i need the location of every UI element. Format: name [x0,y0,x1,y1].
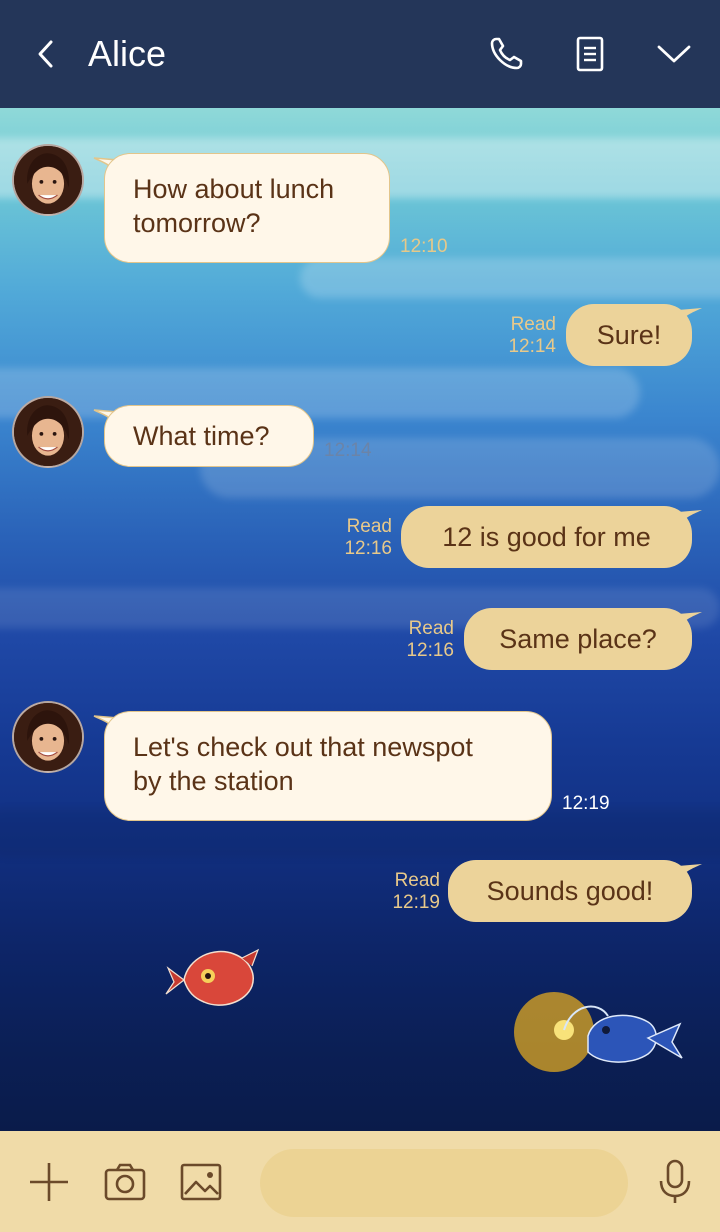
composer-bar [0,1131,720,1232]
message-text: Same place? [499,624,657,654]
message-meta: Read 12:16 [398,618,454,662]
camera-button[interactable] [102,1159,148,1205]
avatar[interactable] [12,396,84,468]
chat-screen: Alice How about lunch tomorrow? 12:10 Re… [0,0,720,1232]
microphone-icon [659,1159,691,1203]
message-meta: Read 12:14 [500,314,556,358]
message-time: 12:19 [392,892,440,913]
message-text: Sounds good! [486,876,654,906]
voice-button[interactable] [652,1159,698,1205]
message-bubble-incoming[interactable]: What time? [104,405,314,467]
menu-toggle-button[interactable] [652,32,696,76]
avatar-image [14,146,82,214]
message-input[interactable] [260,1149,628,1217]
plus-icon [30,1163,68,1201]
message-time: 12:19 [562,793,610,814]
avatar[interactable] [12,701,84,773]
chat-header: Alice [0,0,720,108]
message-bubble-outgoing[interactable]: Same place? [464,608,692,670]
back-button[interactable] [26,34,66,74]
message-list[interactable]: How about lunch tomorrow? 12:10 Read 12:… [0,108,720,1131]
chevron-down-icon [657,45,691,63]
camera-icon [104,1163,146,1201]
notes-button[interactable] [568,32,612,76]
call-button[interactable] [484,32,528,76]
avatar-image [14,398,82,466]
note-icon [576,36,604,72]
avatar[interactable] [12,144,84,216]
photo-button[interactable] [178,1159,224,1205]
message-bubble-outgoing[interactable]: 12 is good for me [401,506,692,568]
read-status: Read [394,870,440,891]
message-time: 12:14 [324,440,372,461]
message-meta: Read 12:16 [336,516,392,560]
message-text: 12 is good for me [442,522,651,552]
message-bubble-incoming[interactable]: Let's check out that newspot by the stat… [104,711,552,821]
image-icon [180,1163,222,1201]
read-status: Read [510,314,556,335]
message-text-line: Let's check out that newspot [133,732,473,762]
anglerfish-illustration [514,992,683,1072]
chat-title: Alice [88,33,167,74]
message-time: 12:10 [400,236,448,257]
message-bubble-outgoing[interactable]: Sure! [566,304,692,366]
add-attachment-button[interactable] [26,1159,72,1205]
read-status: Read [408,618,454,639]
message-time: 12:16 [344,538,392,559]
message-text-line: by the station [133,766,294,796]
read-status: Read [346,516,392,537]
message-text-line: tomorrow? [133,208,261,238]
red-fish-illustration [165,948,260,1006]
message-bubble-incoming[interactable]: How about lunch tomorrow? [104,153,390,263]
message-meta: Read 12:19 [384,870,440,914]
message-text-line: What time? [133,421,270,451]
message-time: 12:16 [406,640,454,661]
phone-icon [490,37,523,70]
message-text-line: How about lunch [133,174,335,204]
message-bubble-outgoing[interactable]: Sounds good! [448,860,692,922]
avatar-image [14,703,82,771]
message-time: 12:14 [508,336,556,357]
message-text: Sure! [596,320,662,350]
chevron-left-icon [38,40,53,68]
